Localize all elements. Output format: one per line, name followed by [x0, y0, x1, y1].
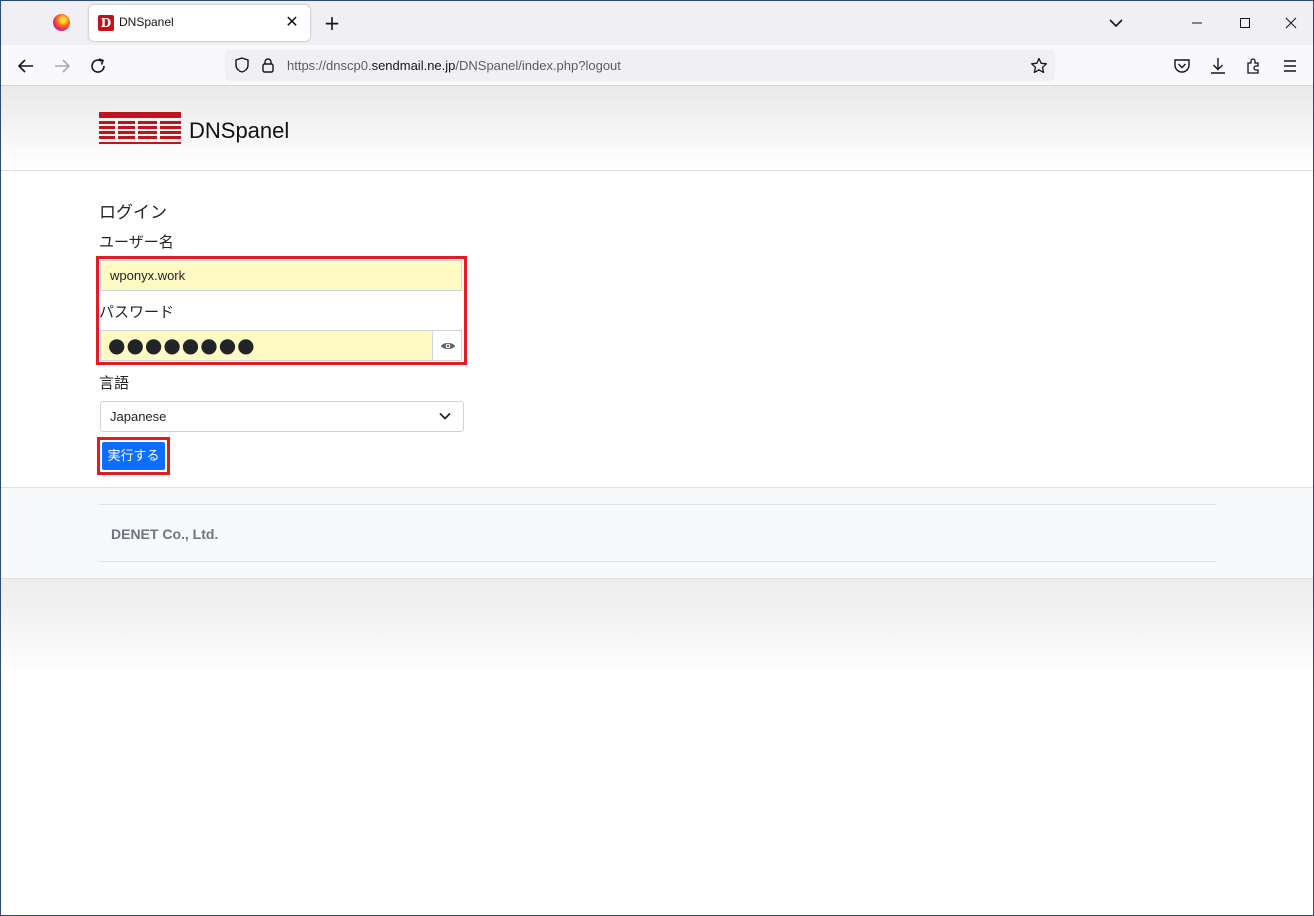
shield-icon[interactable]	[233, 56, 251, 74]
footer-inner: DENET Co., Ltd.	[99, 504, 1216, 562]
url-bar[interactable]: https://dnscp0.sendmail.ne.jp/DNSpanel/i…	[225, 50, 1055, 81]
window-close-button[interactable]	[1279, 11, 1303, 35]
menu-button[interactable]	[1279, 55, 1301, 77]
footer: DENET Co., Ltd.	[1, 487, 1313, 579]
language-label: 言語	[99, 374, 130, 392]
hamburger-menu-icon	[1284, 60, 1296, 72]
pocket-icon	[1174, 59, 1190, 73]
tab-title: DNSpanel	[119, 15, 174, 29]
footer-company: DENET Co., Ltd.	[111, 526, 219, 542]
site-title: DNSpanel	[189, 118, 290, 143]
tab-dnspanel[interactable]: D DNSpanel ✕	[89, 5, 310, 41]
downloads-button[interactable]	[1207, 55, 1229, 77]
firefox-icon[interactable]	[53, 14, 70, 31]
language-selected-value: Japanese	[110, 409, 167, 424]
tab-strip: D DNSpanel ✕ +	[1, 1, 1313, 45]
password-input[interactable]: ●●●●●●●●	[100, 330, 433, 361]
arrow-right-icon	[55, 59, 71, 73]
password-label: パスワード	[99, 303, 175, 321]
page-content: DNSpanel ログイン ユーザー名 パスワード ●●●●●●●● 言語 Ja…	[1, 86, 1313, 915]
chevron-down-icon	[439, 412, 451, 420]
bookmark-star-icon[interactable]	[1029, 56, 1049, 76]
puzzle-icon	[1247, 58, 1259, 74]
username-label: ユーザー名	[99, 233, 174, 251]
minimize-icon	[1192, 22, 1202, 24]
arrow-left-icon	[17, 59, 33, 73]
forward-button[interactable]	[50, 54, 74, 78]
download-icon	[1211, 58, 1225, 74]
reload-button[interactable]	[86, 54, 110, 78]
eye-icon	[441, 343, 455, 349]
url-text[interactable]: https://dnscp0.sendmail.ne.jp/DNSpanel/i…	[287, 58, 621, 73]
window-minimize-button[interactable]	[1185, 11, 1209, 35]
reload-icon	[91, 58, 105, 73]
chevron-down-icon	[1109, 19, 1123, 28]
language-select[interactable]: Japanese	[100, 401, 464, 432]
lock-icon[interactable]	[259, 56, 277, 74]
dnspanel-favicon-icon: D	[98, 15, 114, 31]
pocket-button[interactable]	[1171, 55, 1193, 77]
tab-close-icon[interactable]: ✕	[282, 12, 302, 32]
extensions-button[interactable]	[1243, 55, 1265, 77]
list-all-tabs-button[interactable]	[1105, 12, 1127, 34]
new-tab-button[interactable]: +	[321, 12, 343, 34]
url-path: /DNSpanel/index.php?logout	[455, 58, 621, 73]
site-header: DNSpanel	[1, 86, 1313, 171]
close-icon	[1285, 17, 1297, 29]
denet-logo	[99, 112, 181, 144]
url-prefix: https://dnscp0.	[287, 58, 372, 73]
maximize-icon	[1240, 18, 1250, 28]
url-domain: sendmail.ne.jp	[371, 58, 456, 73]
below-footer-shade	[1, 579, 1313, 679]
back-button[interactable]	[14, 54, 38, 78]
show-password-button[interactable]	[432, 330, 462, 361]
browser-window: D DNSpanel ✕ + https://dnscp0.sendmail.n…	[0, 0, 1314, 916]
login-heading: ログイン	[99, 203, 167, 223]
navigation-toolbar: https://dnscp0.sendmail.ne.jp/DNSpanel/i…	[1, 45, 1313, 86]
username-input[interactable]	[100, 260, 462, 291]
submit-button[interactable]: 実行する	[102, 442, 165, 470]
window-maximize-button[interactable]	[1233, 11, 1257, 35]
